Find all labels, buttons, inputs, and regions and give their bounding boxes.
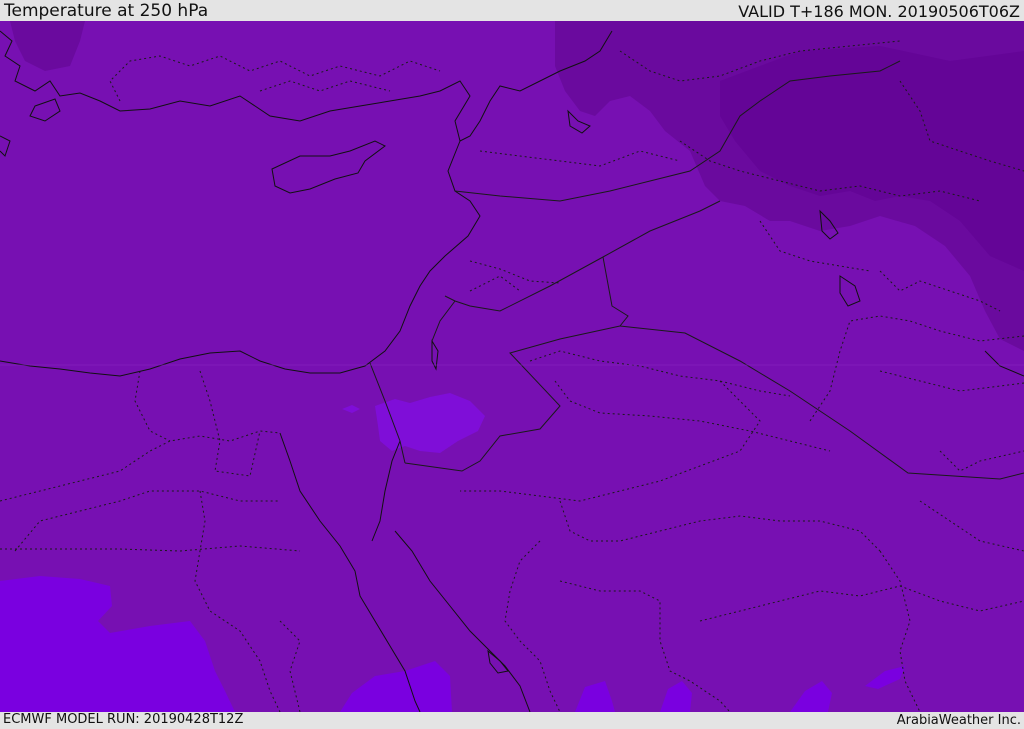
credit-label: ArabiaWeather Inc. [896,713,1021,728]
map-title: Temperature at 250 hPa [4,1,209,21]
map-panel [0,21,1024,712]
header-bar: Temperature at 250 hPa VALID T+186 MON. … [0,0,1024,21]
footer-bar: ECMWF MODEL RUN: 20190428T12Z ArabiaWeat… [0,712,1024,729]
valid-time-label: VALID T+186 MON. 20190506T06Z [738,2,1020,21]
model-run-label: ECMWF MODEL RUN: 20190428T12Z [3,712,244,727]
temperature-map [0,21,1024,712]
